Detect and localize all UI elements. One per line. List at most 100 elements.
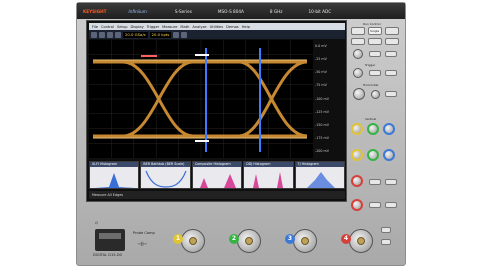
usb-port-bottom[interactable]: [381, 239, 391, 245]
menu-help[interactable]: Help: [242, 25, 250, 29]
ch4-bnc-input[interactable]: [349, 229, 373, 253]
ch3-scale-knob[interactable]: [383, 123, 395, 135]
y-label: -100 mV: [315, 96, 329, 101]
menu-measure[interactable]: Measure: [162, 25, 177, 29]
status-text: Measure All Edges: [92, 193, 124, 197]
trigger-label: Trigger: [365, 63, 376, 67]
product-line: Infiniium: [128, 8, 147, 14]
status-bar: Measure All Edges: [89, 191, 345, 199]
menu-setup[interactable]: Setup: [117, 25, 127, 29]
histogram-title: Composite Histogram: [192, 162, 242, 167]
model-label: MSO-S 804A: [217, 8, 244, 14]
menu-demos[interactable]: Demos: [226, 25, 239, 29]
y-label: -25 mV: [315, 57, 327, 62]
menu-math[interactable]: Math: [180, 25, 189, 29]
menu-trigger[interactable]: Trigger: [147, 25, 159, 29]
sample-rate-readout: 20.0 GSa/s: [123, 31, 148, 38]
ch4-offset-knob[interactable]: [351, 199, 363, 211]
ch1-scale-knob[interactable]: [351, 123, 363, 135]
waveform-area[interactable]: [89, 40, 313, 158]
y-axis-labels: 0.0 mV -25 mV -50 mV -75 mV -100 mV -125…: [315, 40, 345, 158]
digital-input-connector[interactable]: [95, 229, 125, 251]
horizontal-label: Horizontal: [363, 83, 379, 87]
trigger-level-knob[interactable]: [353, 68, 363, 78]
front-control-panel: Run Control Single Trigger Horizontal Ve…: [349, 21, 404, 221]
horizontal-position-knob[interactable]: [371, 90, 380, 99]
toolbar: 20.0 GSa/s 20.0 kpts: [89, 30, 345, 39]
auto-scale-button[interactable]: [351, 38, 365, 45]
digital-slot: [99, 233, 121, 239]
histogram-row: XLFI Histogram BER Bathtub (BER Scale) C…: [89, 161, 346, 189]
ref-button[interactable]: [385, 179, 397, 185]
oscilloscope-chassis: KEYSIGHT Infiniium S-Series MSO-S 804A 8…: [76, 2, 406, 266]
run-control-label: Run Control: [363, 22, 381, 26]
ch1-bnc-input[interactable]: [181, 229, 205, 253]
math-button[interactable]: [369, 179, 381, 185]
zoom-icon[interactable]: [173, 31, 180, 38]
menu-control[interactable]: Control: [101, 25, 114, 29]
y-label: -125 mV: [315, 109, 329, 114]
histogram-panel[interactable]: TJ Histogram: [294, 161, 346, 189]
horizontal-menu-button[interactable]: [385, 91, 397, 97]
marker-line-right[interactable]: [259, 48, 261, 152]
probe-comp-terminal[interactable]: ⊣⊢: [137, 241, 147, 248]
ch3-number: 3: [285, 234, 295, 244]
save-icon[interactable]: [99, 31, 105, 38]
display-screen: File Control Setup Display Trigger Measu…: [86, 20, 347, 202]
clear-display-button[interactable]: [368, 38, 382, 45]
ch4-number: 4: [341, 234, 351, 244]
histogram-title: TJ Histogram: [295, 162, 345, 167]
ch2-offset-knob[interactable]: [367, 149, 379, 161]
y-label: -75 mV: [315, 83, 327, 88]
memory-depth-readout: 20.0 kpts: [149, 31, 172, 38]
top-brand-strip: KEYSIGHT Infiniium S-Series MSO-S 804A 8…: [77, 3, 405, 19]
probe-comp-label: Probe Comp: [133, 231, 155, 235]
ch3-bnc-input[interactable]: [293, 229, 317, 253]
ch3-offset-knob[interactable]: [383, 149, 395, 161]
default-setup-button[interactable]: [385, 27, 399, 35]
histogram-title: DDJ Histogram: [244, 162, 293, 167]
eye-diagram: [89, 40, 313, 158]
bus-button[interactable]: [385, 202, 397, 208]
single-label: Single: [370, 29, 380, 33]
markers-button[interactable]: [385, 51, 397, 57]
histogram-panel[interactable]: DDJ Histogram: [243, 161, 294, 189]
trigger-mode-button[interactable]: [385, 70, 397, 76]
touch-button[interactable]: [385, 38, 399, 45]
histogram-panel[interactable]: XLFI Histogram: [89, 161, 140, 189]
marker-line-left[interactable]: [205, 48, 207, 152]
horizontal-scale-knob[interactable]: [353, 88, 365, 100]
run-icon[interactable]: [107, 31, 113, 38]
menu-analyze[interactable]: Analyze: [192, 25, 206, 29]
ch1-offset-knob[interactable]: [351, 149, 363, 161]
digital-button[interactable]: [369, 202, 381, 208]
ch2-scale-knob[interactable]: [367, 123, 379, 135]
zoom-button[interactable]: [369, 51, 381, 57]
ch2-bnc-input[interactable]: [237, 229, 261, 253]
cursor-icon[interactable]: [181, 31, 188, 38]
y-label: -200 mV: [315, 149, 329, 153]
vertical-label: Vertical: [365, 117, 377, 121]
histogram-panel[interactable]: Composite Histogram: [191, 161, 243, 189]
open-icon[interactable]: [91, 31, 97, 38]
entry-knob[interactable]: [353, 49, 363, 59]
histogram-title: BER Bathtub (BER Scale): [141, 162, 190, 167]
menu-utilities[interactable]: Utilities: [210, 25, 224, 29]
ch4-scale-knob[interactable]: [351, 175, 363, 187]
series-label: S-Series: [174, 8, 192, 14]
ch1-number: 1: [173, 234, 183, 244]
menu-display[interactable]: Display: [130, 25, 143, 29]
stop-icon[interactable]: [115, 31, 121, 38]
menu-file[interactable]: File: [92, 25, 98, 29]
digital-label: DIGITAL D15-D0: [93, 253, 122, 257]
trigger-setup-button[interactable]: [369, 70, 381, 76]
y-label: -150 mV: [315, 122, 329, 127]
bandwidth-label: 8 GHz: [269, 8, 283, 14]
usb-port-top[interactable]: [381, 227, 391, 233]
front-input-strip: ⏻ DIGITAL D15-D0 Probe Comp ⊣⊢ 1 2 3 4: [77, 219, 405, 267]
run-stop-button[interactable]: [351, 27, 365, 35]
histogram-title: XLFI Histogram: [90, 162, 139, 167]
power-button[interactable]: ⏻: [95, 221, 98, 225]
brand-logo: KEYSIGHT: [83, 8, 107, 14]
histogram-panel[interactable]: BER Bathtub (BER Scale): [140, 161, 191, 189]
